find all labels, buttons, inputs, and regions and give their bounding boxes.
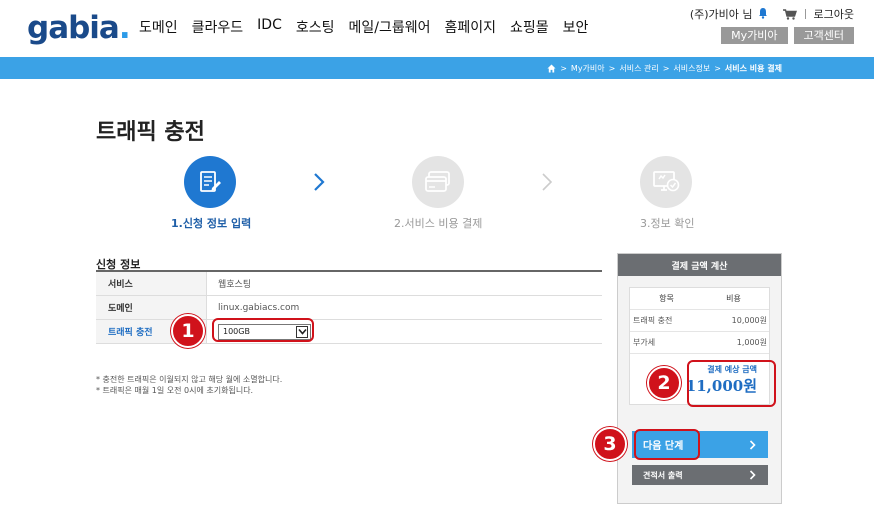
- cost-row: 트래픽 충전 10,000원: [630, 310, 769, 332]
- utility-buttons: My가비아 고객센터: [721, 27, 854, 44]
- breadcrumb-current: 서비스 비용 결제: [724, 64, 782, 73]
- annotation-badge-2: 2: [647, 366, 681, 400]
- annotation-badge-3: 3: [593, 427, 627, 461]
- my-gabia-button[interactable]: My가비아: [721, 27, 788, 44]
- panel-title: 결제 금액 계산: [618, 254, 781, 276]
- credit-card-icon: [425, 171, 450, 192]
- step-1-label: 1.신청 정보 입력: [171, 217, 252, 230]
- col-cost: 비용: [726, 294, 741, 303]
- note-line: * 트래픽은 매월 1일 오전 0시에 초기화됩니다.: [96, 386, 254, 395]
- form-row-domain: 도메인 linux.gabiacs.com: [96, 296, 602, 320]
- step-3-circle: [640, 156, 692, 208]
- breadcrumb-item[interactable]: 서비스정보: [673, 63, 710, 74]
- form-label: 서비스: [96, 272, 207, 295]
- nav-item-homepage[interactable]: 홈페이지: [445, 17, 497, 37]
- breadcrumb-item[interactable]: My가비아: [571, 63, 605, 74]
- step-2-label: 2.서비스 비용 결제: [394, 217, 483, 230]
- form-row-service: 서비스 웹호스팅: [96, 272, 602, 296]
- cost-row: 부가세 1,000원: [630, 332, 769, 354]
- notification-bell-icon[interactable]: [757, 7, 769, 22]
- step-arrow-icon: [314, 173, 325, 191]
- nav-item-mail[interactable]: 메일/그룹웨어: [349, 17, 431, 37]
- user-utility: (주)가비아 님 로그아웃: [690, 6, 854, 22]
- divider: [804, 9, 806, 19]
- customer-center-button[interactable]: 고객센터: [793, 27, 854, 44]
- step-arrow-icon: [542, 173, 553, 191]
- highlight-total-amount: [687, 360, 776, 407]
- highlight-traffic-select: [212, 318, 314, 342]
- chevron-right-icon: [749, 470, 756, 480]
- nav-item-security[interactable]: 보안: [563, 17, 589, 37]
- note-line: * 충전한 트래픽은 이월되지 않고 해당 월에 소멸합니다.: [96, 375, 283, 384]
- home-icon[interactable]: [547, 64, 556, 73]
- form-notes: * 충전한 트래픽은 이월되지 않고 해당 월에 소멸합니다. * 트래픽은 매…: [96, 374, 282, 396]
- user-name: (주)가비아 님: [689, 8, 753, 21]
- col-item: 항목: [659, 294, 674, 303]
- nav-item-idc[interactable]: IDC: [257, 17, 282, 37]
- page-title: 트래픽 충전: [96, 120, 205, 145]
- monitor-check-icon: [653, 171, 680, 192]
- chevron-right-icon: [749, 439, 756, 450]
- highlight-next-button: [634, 429, 700, 460]
- cart-icon[interactable]: [782, 8, 797, 20]
- nav-item-shopping[interactable]: 쇼핑몰: [510, 17, 549, 37]
- print-estimate-button[interactable]: 견적서 출력: [632, 465, 768, 485]
- breadcrumb-item[interactable]: 서비스 관리: [619, 63, 658, 74]
- service-value: 웹호스팅: [218, 280, 252, 290]
- gabia-logo[interactable]: gabia.: [27, 10, 131, 46]
- breadcrumb: > My가비아 > 서비스 관리 > 서비스정보 > 서비스 비용 결제: [547, 63, 782, 74]
- breadcrumb-bar: > My가비아 > 서비스 관리 > 서비스정보 > 서비스 비용 결제: [0, 57, 874, 79]
- nav-item-hosting[interactable]: 호스팅: [296, 17, 335, 37]
- nav-item-domain[interactable]: 도메인: [139, 17, 178, 37]
- form-edit-icon: [200, 171, 221, 192]
- annotation-badge-1: 1: [171, 314, 205, 348]
- domain-value: linux.gabiacs.com: [218, 302, 300, 313]
- main-nav: 도메인 클라우드 IDC 호스팅 메일/그룹웨어 홈페이지 쇼핑몰 보안: [139, 17, 602, 37]
- nav-item-cloud[interactable]: 클라우드: [192, 17, 244, 37]
- step-1-circle: [184, 156, 236, 208]
- step-3-label: 3.정보 확인: [640, 217, 695, 230]
- cost-table-header: 항목 비용: [630, 288, 769, 310]
- logout-link[interactable]: 로그아웃: [814, 6, 854, 22]
- step-2-circle: [412, 156, 464, 208]
